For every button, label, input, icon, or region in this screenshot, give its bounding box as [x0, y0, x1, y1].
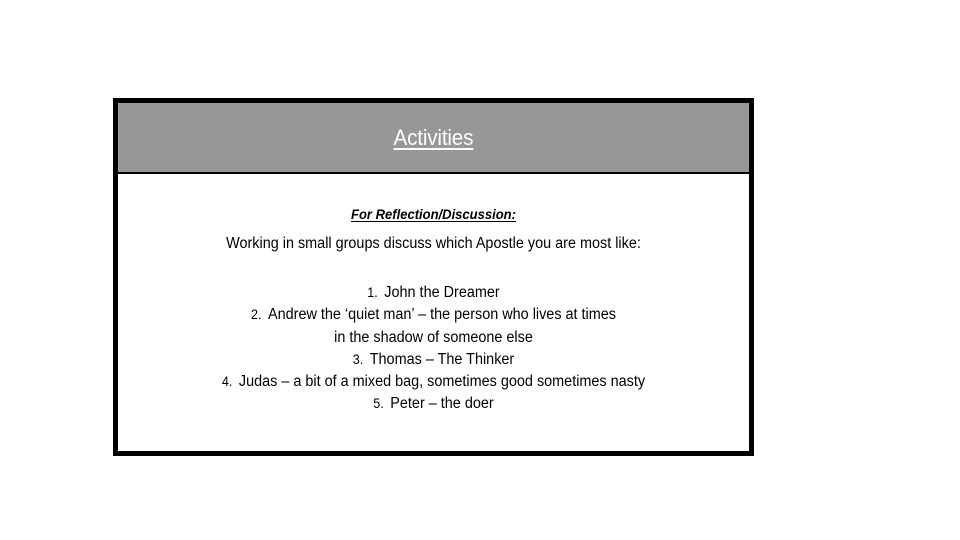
- list-item-number: 2.: [251, 307, 262, 323]
- activities-body: For Reflection/Discussion: Working in sm…: [118, 174, 749, 451]
- activities-content-box: Activities For Reflection/Discussion: Wo…: [113, 98, 754, 456]
- list-item: 4. Judas – a bit of a mixed bag, sometime…: [140, 371, 727, 393]
- list-item: 2. Andrew the ‘quiet man’ – the person wh…: [140, 304, 727, 326]
- slide-canvas: Activities For Reflection/Discussion: Wo…: [0, 0, 960, 540]
- list-item-number: 4.: [221, 374, 233, 390]
- list-item: 1. John the Dreamer: [140, 282, 727, 304]
- list-item-label: Judas – a bit of a mixed bag, sometimes …: [238, 373, 646, 391]
- list-item-number: 5.: [373, 396, 384, 412]
- list-item-label: John the Dreamer: [384, 284, 500, 301]
- group-discussion-prompt: Working in small groups discuss which Ap…: [226, 235, 641, 252]
- list-item: 3. Thomas – The Thinker: [140, 349, 727, 371]
- list-item: 5. Peter – the doer: [140, 393, 727, 415]
- page-title: Activities: [393, 124, 474, 150]
- reflection-discussion-heading: For Reflection/Discussion:: [351, 206, 516, 222]
- list-item-label: Peter – the doer: [390, 395, 494, 413]
- list-item-label: Thomas – The Thinker: [369, 350, 515, 368]
- activities-title-banner: Activities: [118, 103, 749, 174]
- list-item-number: 3.: [352, 351, 364, 367]
- list-item-continuation: in the shadow of someone else: [140, 327, 727, 349]
- list-item-label: Andrew the ‘quiet man’ – the person who …: [267, 306, 616, 324]
- list-item-number: 1.: [367, 285, 378, 300]
- list-item-label: in the shadow of someone else: [334, 328, 533, 346]
- apostle-list: 1. John the Dreamer 2. Andrew the ‘quiet m…: [118, 282, 749, 416]
